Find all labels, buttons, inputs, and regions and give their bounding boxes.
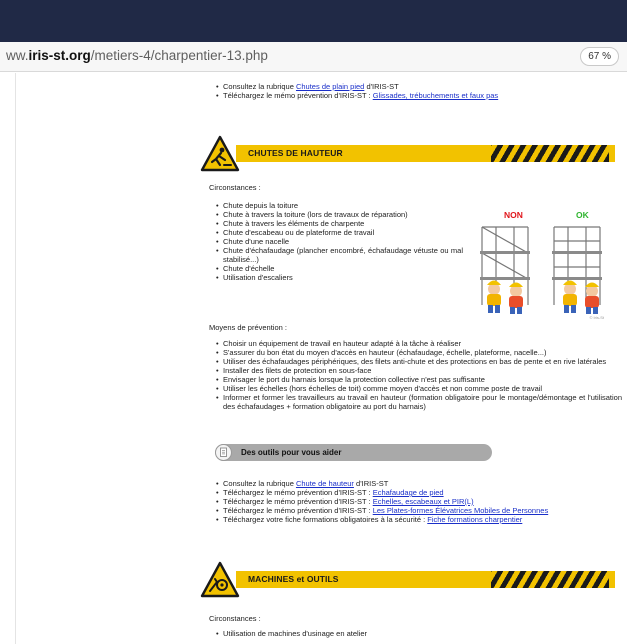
tools-section-header: Des outils pour vous aider [215, 444, 492, 461]
intro-list: Consultez la rubrique Chutes de plain pi… [216, 82, 616, 100]
content-left-border [15, 73, 16, 644]
illustration-credit: © Iris-St [589, 315, 604, 320]
falls-prevention-label: Moyens de prévention : [209, 323, 287, 332]
zoom-level-badge[interactable]: 67 % [580, 47, 619, 66]
list-item: Installer des filets de protection en so… [216, 366, 622, 375]
banner-bar: CHUTES DE HAUTEUR [236, 145, 615, 162]
list-item: Chute à travers les éléments de charpent… [216, 219, 463, 228]
link-pemp[interactable]: Les Plates-formes Élévatrices Mobiles de… [373, 506, 549, 515]
list-item: Utiliser les échelles (hors échelles de … [216, 384, 622, 393]
link-glissades[interactable]: Glissades, trébuchements et faux pas [373, 91, 498, 100]
falls-section-title: CHUTES DE HAUTEUR [248, 148, 343, 158]
window-title-bar [0, 0, 627, 42]
link-echelles-escabeaux[interactable]: Echelles, escabeaux et PIR(L) [373, 497, 474, 506]
list-item: S'assurer du bon état du moyen d'accès e… [216, 348, 622, 357]
list-item: Téléchargez votre fiche formations oblig… [216, 515, 616, 524]
machines-circumstances-label: Circonstances : [209, 614, 261, 623]
document-icon [215, 444, 232, 461]
falls-circumstances-label: Circonstances : [209, 183, 261, 192]
machines-section-banner: MACHINES et OUTILS [200, 561, 615, 598]
page-viewport[interactable]: Consultez la rubrique Chutes de plain pi… [0, 73, 627, 644]
list-item: Utilisation d'escaliers [216, 273, 463, 282]
url-prefix: ww. [6, 48, 29, 63]
list-item: Utiliser des échafaudages périphériques,… [216, 357, 622, 366]
list-item: Chute depuis la toiture [216, 201, 463, 210]
link-chute-de-hauteur[interactable]: Chute de hauteur [296, 479, 354, 488]
list-item: Chute d'escabeau ou de plateforme de tra… [216, 228, 463, 237]
list-item: Téléchargez le mémo prévention d'IRIS-ST… [216, 497, 616, 506]
machines-section-title: MACHINES et OUTILS [248, 574, 339, 584]
list-item: Téléchargez le mémo prévention d'IRIS-ST… [216, 91, 616, 100]
machine-hazard-warning-icon [200, 561, 240, 598]
hazard-stripes [491, 571, 609, 588]
list-item: Téléchargez le mémo prévention d'IRIS-ST… [216, 506, 616, 515]
link-echafaudage-de-pied[interactable]: Echafaudage de pied [373, 488, 444, 497]
list-item: Informer et former les travailleurs au t… [216, 393, 622, 411]
list-item: Consultez la rubrique Chute de hauteur d… [216, 479, 616, 488]
falls-section-banner: CHUTES DE HAUTEUR [200, 135, 615, 172]
link-fiche-formations[interactable]: Fiche formations charpentier [427, 515, 522, 524]
list-item: Chute d'échelle [216, 264, 463, 273]
url-path: /metiers-4/charpentier-13.php [90, 48, 268, 63]
list-item: Envisager le port du harnais lorsque la … [216, 375, 622, 384]
falling-person-warning-icon [200, 135, 240, 172]
machines-circumstances-list: Utilisation de machines d'usinage en ate… [216, 629, 616, 638]
list-item: Téléchargez le mémo prévention d'IRIS-ST… [216, 488, 616, 497]
list-item: Consultez la rubrique Chutes de plain pi… [216, 82, 616, 91]
list-item: Chute d'une nacelle [216, 237, 463, 246]
list-item: Chute à travers la toiture (lors de trav… [216, 210, 463, 219]
falls-prevention-list: Choisir un équipement de travail en haut… [216, 339, 622, 411]
banner-bar: MACHINES et OUTILS [236, 571, 615, 588]
link-chutes-plain-pied[interactable]: Chutes de plain pied [296, 82, 364, 91]
scaffold-drawing-icon [480, 226, 602, 314]
hazard-stripes [491, 145, 609, 162]
tools-list: Consultez la rubrique Chute de hauteur d… [216, 479, 616, 524]
list-item: Chute d'échafaudage (plancher encombré, … [216, 246, 463, 264]
address-bar[interactable]: ww.iris-st.org/metiers-4/charpentier-13.… [0, 42, 627, 72]
list-item: Choisir un équipement de travail en haut… [216, 339, 622, 348]
url-text[interactable]: ww.iris-st.org/metiers-4/charpentier-13.… [6, 48, 268, 63]
tools-section-title: Des outils pour vous aider [241, 448, 342, 457]
url-domain: iris-st.org [28, 48, 91, 63]
list-item: Utilisation de machines d'usinage en ate… [216, 629, 616, 638]
falls-circumstances-list: Chute depuis la toiture Chute à travers … [216, 201, 463, 282]
scaffold-illustration: NON OK © Iris-St [472, 205, 612, 320]
